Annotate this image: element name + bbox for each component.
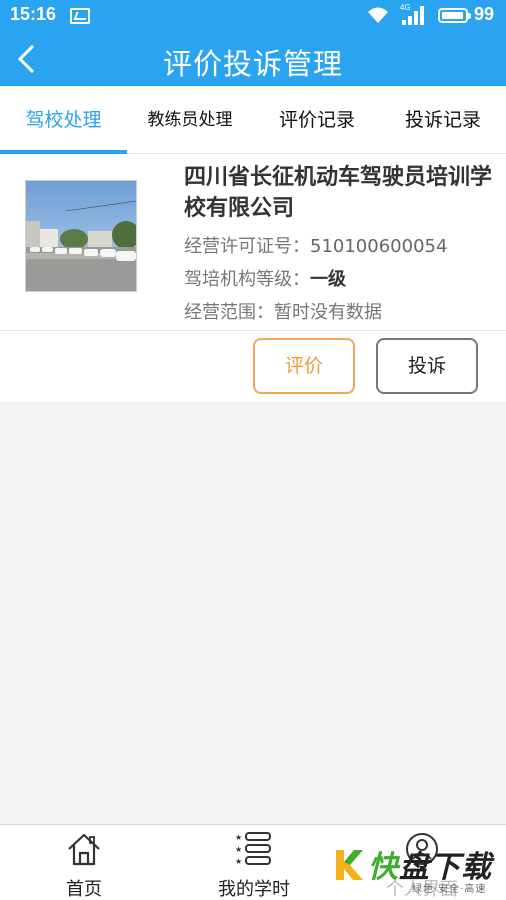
complain-button[interactable]: 投诉 [376,338,478,394]
status-time: 15:16 [10,4,57,24]
status-bar: 15:16 4G 99 [0,0,506,32]
wifi-icon [368,7,388,23]
battery-icon [438,8,471,23]
message-icon [70,8,90,24]
page-title: 评价投诉管理 [162,47,343,81]
list-icon: ★ ★ ★ [235,832,271,866]
signal-icon [402,6,424,25]
level-label: 驾培机构等级： [184,269,310,290]
battery-level: 99 [474,4,495,24]
tab-school[interactable]: 驾校处理 [0,86,127,154]
level-line: 驾培机构等级：一级 [184,265,346,291]
scope-value: 暂时没有数据 [274,302,382,323]
watermark-slogan: 绿色·安全·高速 [412,884,487,895]
svg-text:★: ★ [235,845,242,854]
watermark-logo: 快盘下载 绿色·安全·高速 [334,840,506,898]
license-line: 经营许可证号：510100600054 [184,232,447,258]
tab-evaluation-records[interactable]: 评价记录 [258,86,376,154]
nav-home[interactable]: 首页 [30,825,138,900]
home-icon [68,833,100,866]
nav-home-label: 首页 [66,879,102,900]
school-name: 四川省长征机动车驾驶员培训学校有限公司 [184,165,493,221]
svg-text:★: ★ [235,857,242,866]
school-photo [25,180,137,292]
nav-my-hours-label: 我的学时 [218,879,290,900]
level-value: 一级 [310,269,346,290]
watermark-k-icon [336,850,363,880]
license-label: 经营许可证号： [184,236,310,257]
tab-complaint-records[interactable]: 投诉记录 [384,86,502,154]
evaluate-button[interactable]: 评价 [253,338,355,394]
title-bar: 评价投诉管理 [0,32,506,86]
scope-line: 经营范围：暂时没有数据 [184,298,382,324]
tab-bar: 驾校处理 教练员处理 评价记录 投诉记录 [0,86,506,154]
card-divider [0,330,506,331]
license-value: 510100600054 [310,236,448,257]
tab-coach[interactable]: 教练员处理 [130,86,250,154]
svg-text:★: ★ [235,833,242,842]
school-card: 四川省长征机动车驾驶员培训学校有限公司 经营许可证号：510100600054 … [0,154,506,402]
nav-my-hours[interactable]: ★ ★ ★ 我的学时 [200,825,308,900]
scope-label: 经营范围： [184,302,274,323]
